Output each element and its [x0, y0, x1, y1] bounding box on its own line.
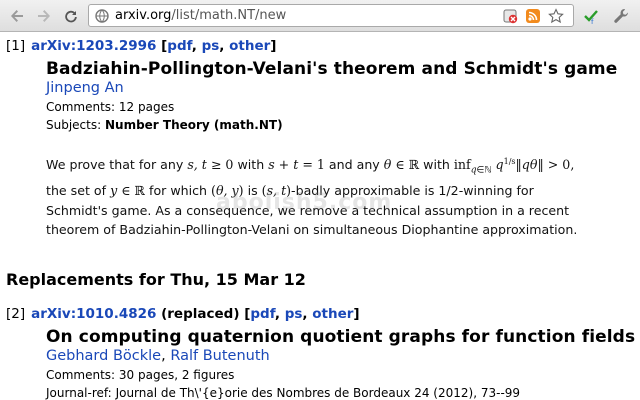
comments-value: 30 pages, 2 figures: [118, 368, 235, 382]
arxiv-id-link[interactable]: arXiv:1203.2996: [31, 38, 156, 54]
entry-header: [2] arXiv:1010.4826 (replaced) [pdf, ps, …: [6, 306, 360, 322]
comments-label: Comments:: [46, 368, 116, 382]
forward-arrow-icon[interactable]: [33, 5, 55, 27]
entry-number: [1]: [6, 38, 26, 54]
reload-icon[interactable]: [60, 5, 82, 27]
bookmark-star-icon[interactable]: [548, 8, 564, 24]
author-link[interactable]: Jinpeng An: [46, 80, 124, 96]
address-bar[interactable]: arxiv.org/list/math.NT/new: [88, 4, 574, 27]
page-content: [1] arXiv:1203.2996 [pdf, ps, other] Badz…: [0, 32, 640, 400]
pdf-link[interactable]: pdf: [250, 306, 274, 322]
section-title: Replacements for Thu, 15 Mar 12: [6, 270, 306, 289]
ps-link[interactable]: ps: [202, 38, 220, 54]
ps-link[interactable]: ps: [285, 306, 303, 322]
author-link[interactable]: Ralf Butenuth: [170, 348, 269, 364]
translate-icon[interactable]: [503, 8, 519, 24]
pdf-link[interactable]: pdf: [167, 38, 191, 54]
authors: Gebhard Böckle, Ralf Butenuth: [46, 348, 270, 364]
abstract: We prove that for any s, t ≥ 0 with s + …: [46, 152, 634, 239]
back-arrow-icon[interactable]: [6, 5, 28, 27]
entry-header: [1] arXiv:1203.2996 [pdf, ps, other]: [6, 38, 277, 54]
svg-text:f: f: [591, 18, 594, 25]
journal-ref-value: Journal de Th\'{e}orie des Nombres de Bo…: [115, 386, 521, 400]
replaced-tag: (replaced): [161, 306, 240, 322]
subjects-label: Subjects:: [46, 118, 102, 132]
arxiv-id-link[interactable]: arXiv:1010.4826: [31, 306, 156, 322]
abstract-line: the set of y ∈ ℝ for which (θ, y) is (s,…: [46, 183, 534, 199]
extension-check-icon[interactable]: f: [582, 7, 600, 29]
abstract-line: theorem of Badziahin-Pollington-Velani o…: [46, 221, 578, 237]
abstract-line: Schmidt's game. As a consequence, we rem…: [46, 202, 570, 218]
author-link[interactable]: Gebhard Böckle: [46, 348, 161, 364]
url-path: /list/math.NT/new: [171, 8, 287, 23]
paper-title: Badziahin-Pollington-Velani's theorem an…: [46, 59, 618, 79]
page-icon: [95, 8, 109, 28]
journal-ref-label: Journal-ref:: [46, 386, 112, 400]
subjects-value: Number Theory (math.NT): [104, 118, 283, 132]
comments-line: Comments: 12 pages: [46, 100, 174, 114]
url-host: arxiv.org: [115, 8, 172, 23]
comments-label: Comments:: [46, 100, 116, 114]
wrench-menu-icon[interactable]: [612, 7, 630, 29]
comments-line: Comments: 30 pages, 2 figures: [46, 368, 234, 382]
browser-toolbar: arxiv.org/list/math.NT/new f: [0, 0, 640, 32]
subjects-line: Subjects: Number Theory (math.NT): [46, 118, 283, 132]
entry-number: [2]: [6, 306, 26, 322]
rss-icon[interactable]: [525, 8, 541, 24]
other-link[interactable]: other: [229, 38, 270, 54]
paper-title: On computing quaternion quotient graphs …: [46, 327, 636, 347]
journal-ref-line: Journal-ref: Journal de Th\'{e}orie des …: [46, 386, 520, 400]
other-link[interactable]: other: [312, 306, 353, 322]
abstract-line: We prove that for any s, t ≥ 0 with s + …: [46, 157, 575, 176]
authors: Jinpeng An: [46, 80, 124, 96]
url-text: arxiv.org/list/math.NT/new: [115, 8, 286, 23]
comments-value: 12 pages: [118, 100, 175, 114]
